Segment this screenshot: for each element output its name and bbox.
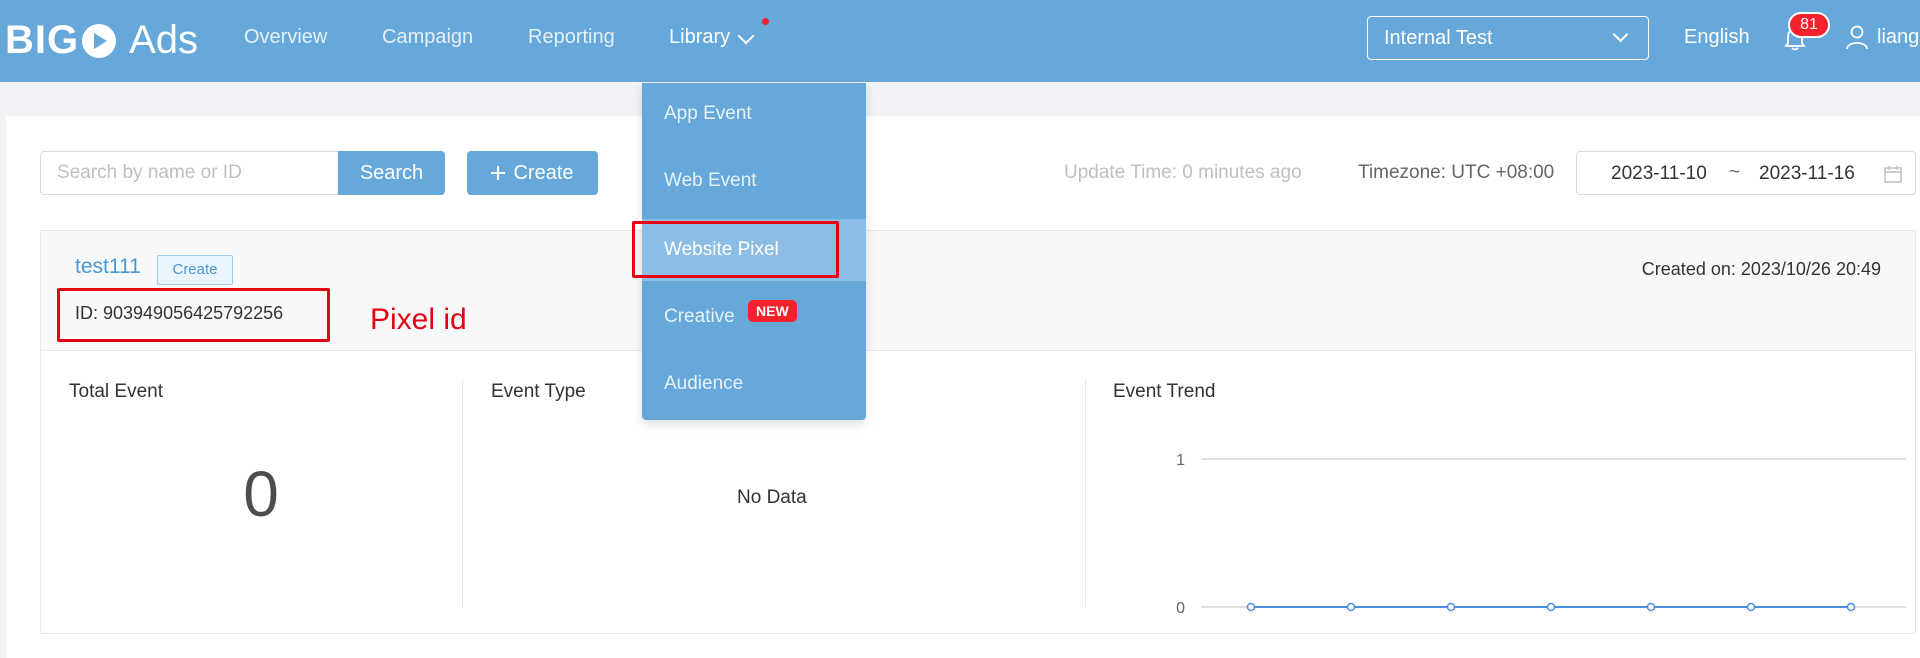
date-range-picker[interactable]: 2023-11-10 ~ 2023-11-16	[1576, 151, 1916, 195]
timezone: Timezone: UTC +08:00	[1358, 162, 1555, 183]
pixel-name-link[interactable]: test111	[75, 255, 141, 279]
trend-point[interactable]	[1546, 602, 1556, 612]
trend-point[interactable]	[1246, 602, 1256, 612]
plus-icon	[491, 166, 506, 180]
update-time: Update Time: 0 minutes ago	[1064, 162, 1302, 183]
user-icon[interactable]	[1845, 24, 1869, 50]
trend-point[interactable]	[1346, 602, 1356, 612]
pixel-id-annotation-label: Pixel id	[370, 303, 467, 336]
nav-overview[interactable]: Overview	[244, 26, 327, 49]
menu-item-audience[interactable]: Audience	[642, 353, 866, 415]
notification-dot-icon	[762, 18, 769, 25]
date-start: 2023-11-10	[1611, 163, 1707, 184]
y-tick-label: 1	[1176, 452, 1185, 469]
chevron-down-icon	[1612, 26, 1629, 43]
total-event-value: 0	[243, 458, 279, 530]
create-button-label: Create	[513, 161, 574, 184]
nav-campaign[interactable]: Campaign	[382, 26, 473, 49]
date-separator: ~	[1729, 162, 1741, 183]
trend-point[interactable]	[1646, 602, 1656, 612]
notification-count-badge: 81	[1788, 12, 1830, 38]
create-button[interactable]: Create	[467, 151, 598, 195]
event-trend-chart: 01	[1176, 452, 1906, 617]
top-navigation-bar: BIG Ads Overview Campaign Reporting Libra…	[0, 0, 1920, 82]
account-select-value: Internal Test	[1384, 27, 1493, 49]
chevron-down-icon	[737, 27, 755, 45]
event-type-title: Event Type	[491, 381, 586, 402]
search-button[interactable]: Search	[338, 151, 445, 195]
trend-point[interactable]	[1846, 602, 1856, 612]
divider	[462, 379, 463, 607]
menu-item-creative[interactable]: Creative NEW	[642, 286, 866, 348]
menu-item-app-event[interactable]: App Event	[642, 83, 866, 145]
website-pixel-annotation-box	[632, 221, 839, 278]
date-end: 2023-11-16	[1759, 163, 1855, 184]
event-trend-title: Event Trend	[1113, 381, 1216, 402]
created-on: Created on: 2023/10/26 20:49	[1641, 259, 1881, 279]
nav-reporting[interactable]: Reporting	[528, 26, 615, 49]
pixel-id-annotation-box	[57, 288, 330, 342]
play-icon	[82, 24, 117, 58]
trend-point[interactable]	[1446, 602, 1456, 612]
calendar-icon	[1884, 166, 1902, 183]
pixel-create-tag[interactable]: Create	[157, 255, 233, 285]
language-switch[interactable]: English	[1684, 26, 1750, 49]
bigo-ads-logo[interactable]: BIG Ads	[5, 18, 198, 62]
menu-item-creative-label: Creative	[664, 306, 735, 327]
logo-text: BIG	[5, 17, 80, 62]
divider	[1085, 379, 1086, 607]
trend-point[interactable]	[1746, 602, 1756, 612]
search-input[interactable]: Search by name or ID	[40, 151, 339, 195]
nav-library[interactable]: Library	[669, 26, 730, 49]
total-event-title: Total Event	[69, 381, 163, 402]
event-type-empty: No Data	[737, 487, 807, 508]
account-select[interactable]: Internal Test	[1367, 16, 1649, 60]
menu-item-web-event[interactable]: Web Event	[642, 150, 866, 212]
new-badge: NEW	[748, 300, 797, 322]
user-name[interactable]: liangz	[1877, 26, 1920, 49]
logo-ads-text: Ads	[129, 17, 199, 62]
y-tick-label: 0	[1176, 600, 1185, 617]
